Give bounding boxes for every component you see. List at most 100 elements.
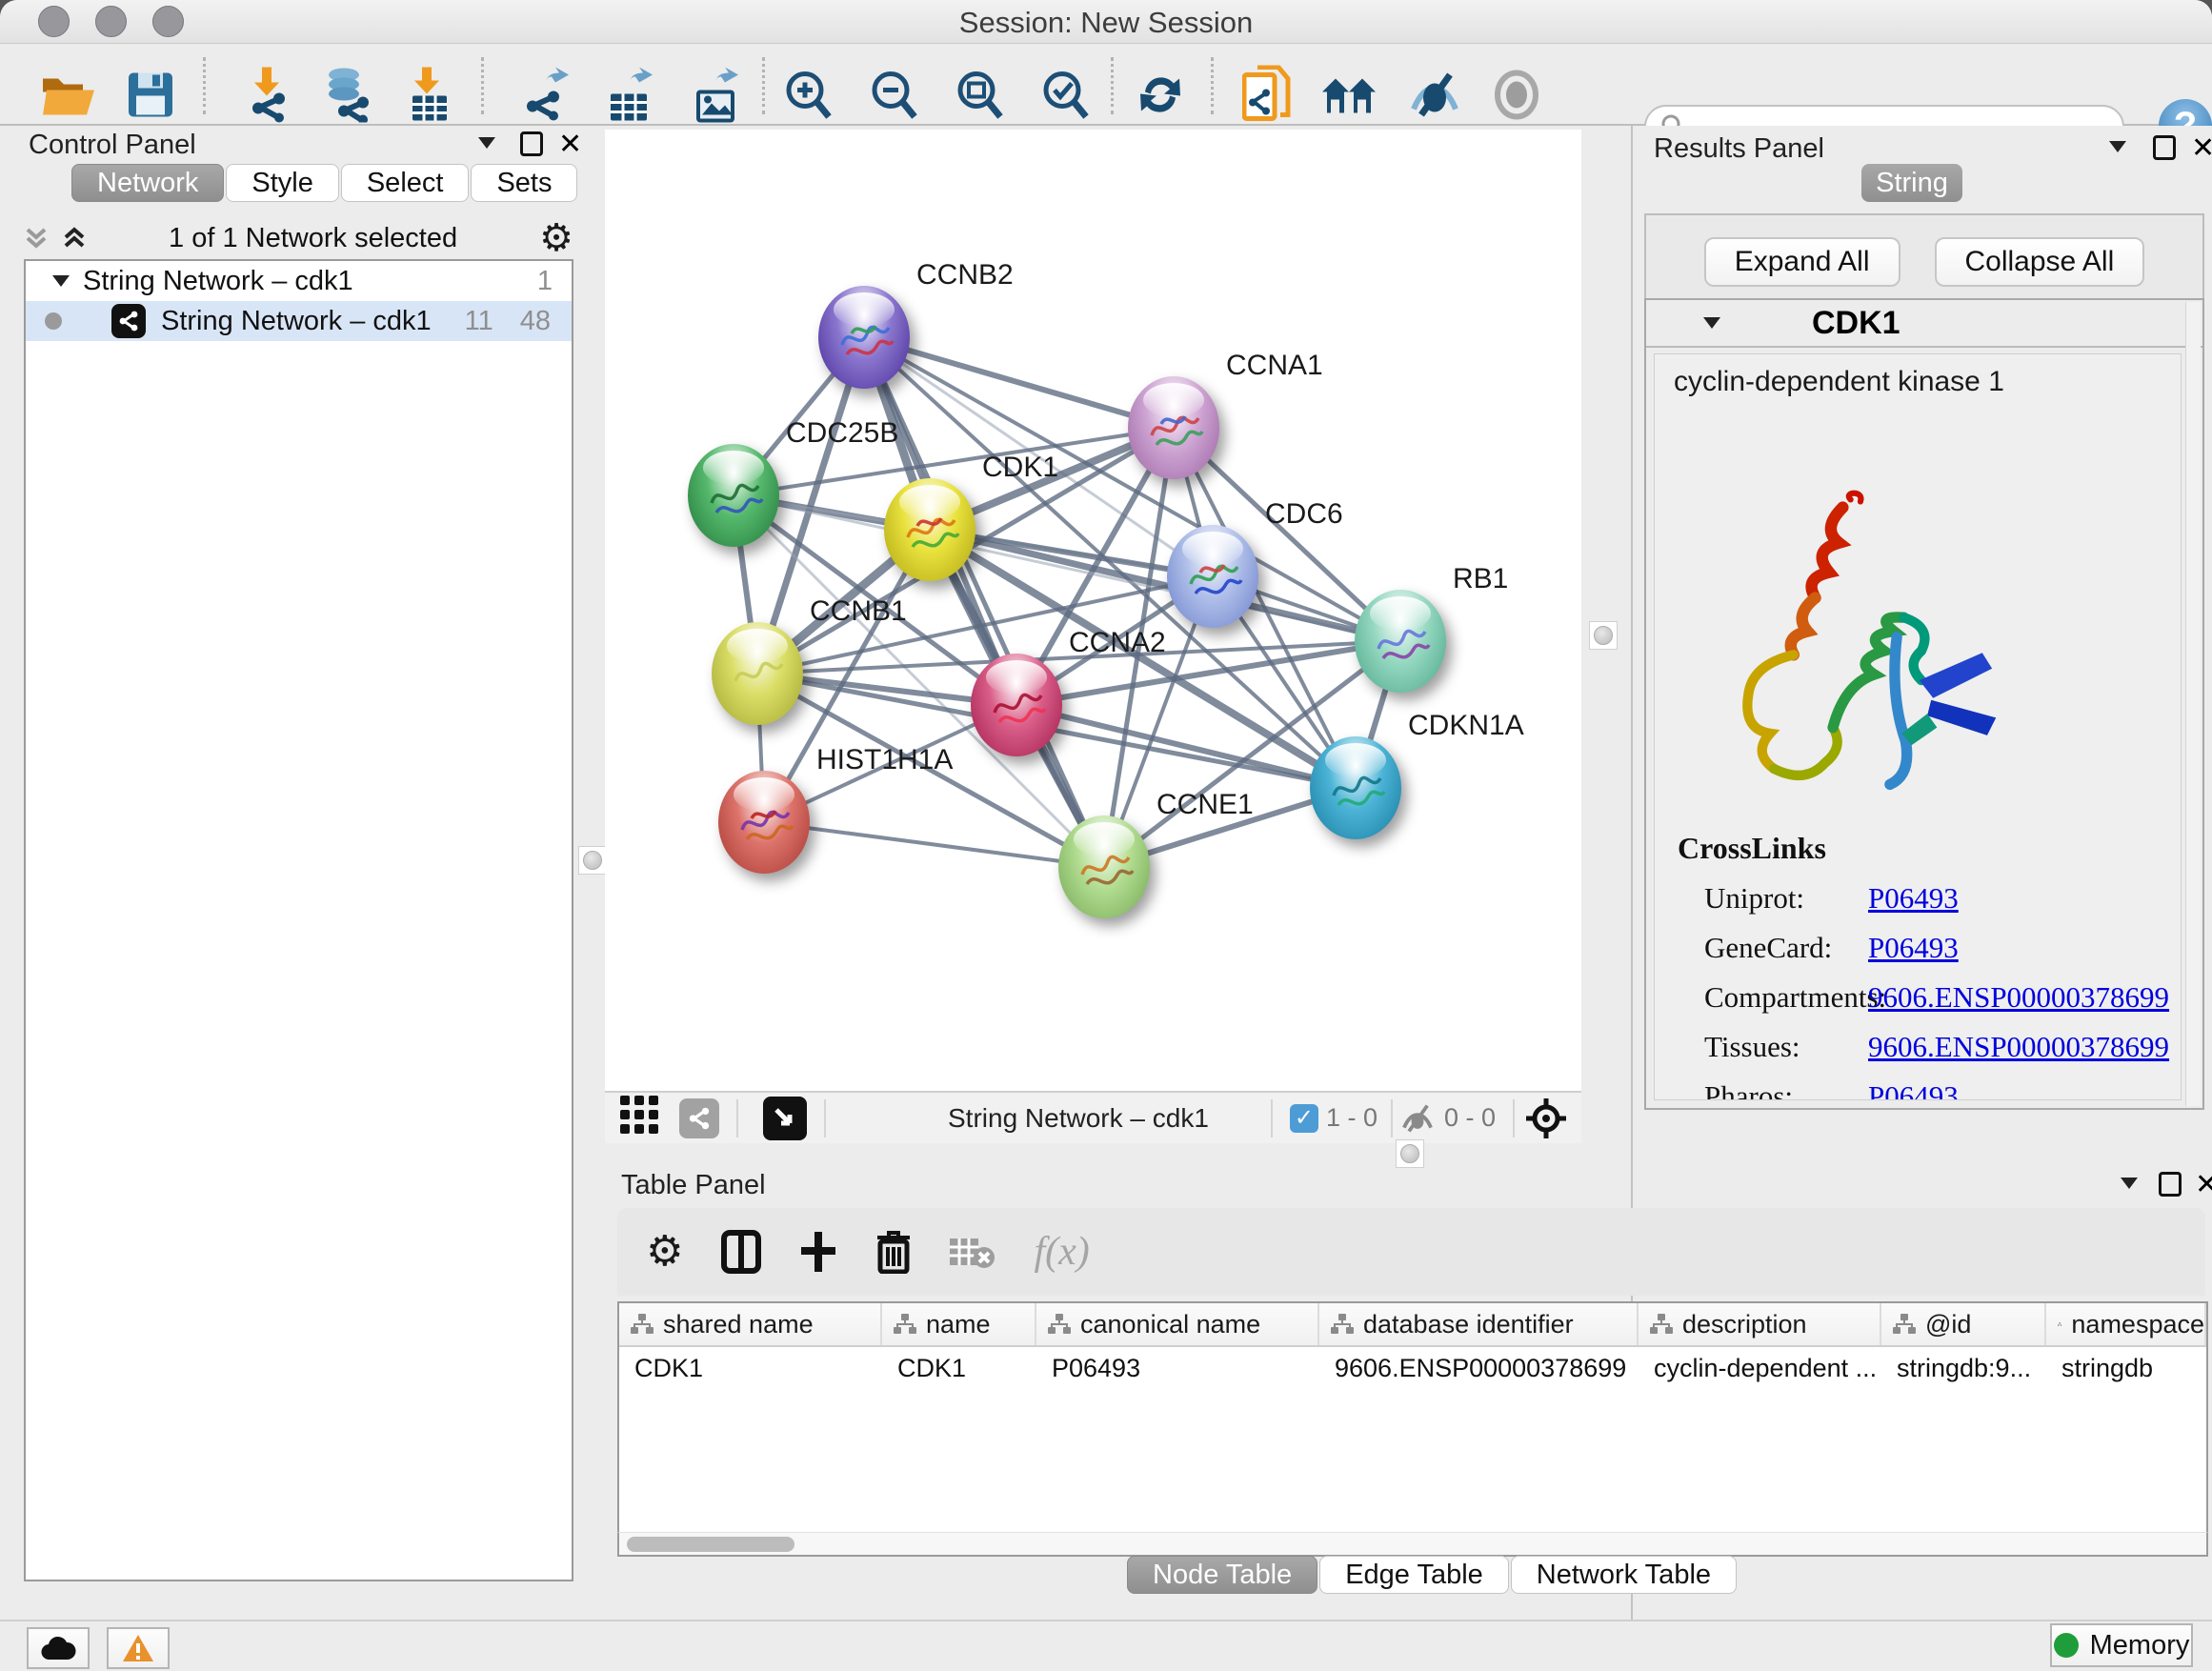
hide-selected-icon[interactable] [1408,71,1461,124]
network-node-cdc25b[interactable] [688,444,779,547]
network-node-ccna1[interactable] [1128,376,1219,479]
network-node-rb1[interactable] [1355,590,1446,693]
network-node-ccnb1[interactable] [712,622,803,725]
column-header-canonical-name[interactable]: canonical name [1036,1303,1319,1345]
import-network-icon[interactable] [241,68,292,128]
network-collection-row[interactable]: String Network – cdk1 1 [26,261,572,301]
results-panel-close-icon[interactable]: ✕ [2191,131,2212,165]
warnings-button[interactable] [107,1627,170,1669]
delete-column-icon[interactable] [875,1230,912,1274]
tab-network-table[interactable]: Network Table [1511,1556,1737,1594]
table-cell[interactable]: cyclin-dependent ... [1639,1354,1881,1383]
show-columns-icon[interactable] [721,1230,761,1274]
collapse-all-button[interactable]: Collapse All [1935,237,2145,287]
network-options-gear-icon[interactable]: ⚙ [539,224,573,252]
network-node-cdk1[interactable] [884,478,975,581]
network-row[interactable]: String Network – cdk1 11 48 [26,301,572,341]
fit-selected-crosshair-icon[interactable] [1524,1097,1568,1140]
column-header--id[interactable]: @id [1881,1303,2046,1345]
column-header-shared-name[interactable]: shared name [619,1303,882,1345]
table-horizontal-scrollbar[interactable] [617,1532,2208,1557]
import-network-from-database-icon[interactable] [319,68,372,128]
genecard-link[interactable]: P06493 [1868,931,1959,965]
zoom-out-icon[interactable] [868,70,919,126]
results-scrollbar[interactable] [2185,302,2201,1106]
network-node-hist1h1a[interactable] [718,771,810,874]
selected-checkbox-icon[interactable]: ✓ [1290,1104,1318,1133]
export-image-icon[interactable] [691,68,742,128]
column-header-description[interactable]: description [1639,1303,1881,1345]
birds-eye-view-icon[interactable] [763,1097,807,1140]
import-table-icon[interactable] [405,68,452,128]
network-canvas[interactable]: CCNB2CCNA1CDC25BCDK1CDC6RB1CCNB1CCNA2CDK… [605,130,1581,1091]
table-cell[interactable]: 9606.ENSP00000378699 [1319,1354,1639,1383]
network-node-ccne1[interactable] [1058,815,1150,918]
collapse-all-icon[interactable] [62,226,87,251]
control-panel-float-icon[interactable] [520,131,543,156]
entry-collapse-icon[interactable] [1703,317,1720,329]
add-column-icon[interactable] [799,1230,837,1274]
zoom-in-icon[interactable] [782,70,834,126]
crosslink-row: Pharos: P06493 [1678,1079,2171,1100]
string-view-icon[interactable] [679,1098,719,1138]
left-splitter[interactable] [581,130,605,1616]
expand-all-icon[interactable] [24,226,49,251]
table-cell[interactable]: CDK1 [882,1354,1036,1383]
zoom-fit-icon[interactable] [954,70,1005,126]
function-builder-icon[interactable]: f(x) [1034,1229,1089,1275]
tab-string[interactable]: String [1861,164,1962,202]
memory-button[interactable]: Memory [2050,1623,2193,1667]
hidden-eye-icon[interactable] [1398,1103,1437,1134]
table-panel-close-icon[interactable]: ✕ [2195,1168,2212,1201]
tab-style[interactable]: Style [226,164,338,202]
tab-select[interactable]: Select [341,164,470,202]
left-splitter-handle[interactable] [578,846,607,875]
show-all-icon-disabled[interactable] [1494,70,1539,125]
compartments-link[interactable]: 9606.ENSP00000378699 [1868,980,2169,1015]
scrollbar-thumb[interactable] [627,1537,794,1552]
open-session-icon[interactable] [41,71,96,124]
tab-node-table[interactable]: Node Table [1127,1556,1317,1594]
table-settings-gear-icon[interactable]: ⚙ [646,1231,683,1273]
delete-table-icon[interactable] [950,1235,995,1269]
node-table[interactable]: shared namenamecanonical namedatabase id… [617,1301,2208,1532]
zoom-selected-icon[interactable] [1039,70,1091,126]
refresh-icon[interactable] [1136,70,1185,126]
show-grid-icon[interactable] [620,1096,660,1140]
control-panel-collapse-icon[interactable] [478,137,495,149]
column-header-namespace[interactable]: namespace [2046,1303,2206,1345]
network-node-cdkn1a[interactable] [1310,736,1401,839]
first-neighbors-icon[interactable] [1320,73,1377,122]
network-node-ccnb2[interactable] [818,286,910,389]
column-header-database-identifier[interactable]: database identifier [1319,1303,1639,1345]
table-cell[interactable]: P06493 [1036,1354,1319,1383]
title-bar: Session: New Session [0,0,2212,44]
bottom-splitter[interactable] [605,1143,1581,1164]
cloud-status-button[interactable] [27,1627,90,1669]
table-row[interactable]: CDK1CDK1P064939606.ENSP00000378699cyclin… [619,1347,2206,1389]
results-panel-float-icon[interactable] [2153,135,2176,160]
right-splitter-handle[interactable] [1589,621,1618,650]
uniprot-link[interactable]: P06493 [1868,881,1959,916]
table-cell[interactable]: CDK1 [619,1354,882,1383]
collection-expand-icon[interactable] [52,275,70,287]
save-session-icon[interactable] [127,71,174,124]
tab-network[interactable]: Network [71,164,224,202]
table-panel-float-icon[interactable] [2159,1172,2182,1197]
table-cell[interactable]: stringdb [2046,1354,2206,1383]
pharos-link[interactable]: P06493 [1868,1079,1959,1100]
export-network-icon[interactable] [519,68,571,128]
tissues-link[interactable]: 9606.ENSP00000378699 [1868,1030,2169,1064]
table-cell[interactable]: stringdb:9... [1881,1354,2046,1383]
network-node-cdc6[interactable] [1167,525,1258,628]
tab-sets[interactable]: Sets [471,164,577,202]
tab-edge-table[interactable]: Edge Table [1319,1556,1509,1594]
table-panel-collapse-icon[interactable] [2121,1178,2138,1189]
network-node-ccna2[interactable] [971,654,1062,756]
results-panel-collapse-icon[interactable] [2109,141,2126,152]
export-table-icon[interactable] [605,68,656,128]
clone-network-icon[interactable] [1242,66,1292,130]
control-panel-close-icon[interactable]: ✕ [558,128,582,161]
expand-all-button[interactable]: Expand All [1704,237,1900,287]
column-header-name[interactable]: name [882,1303,1036,1345]
